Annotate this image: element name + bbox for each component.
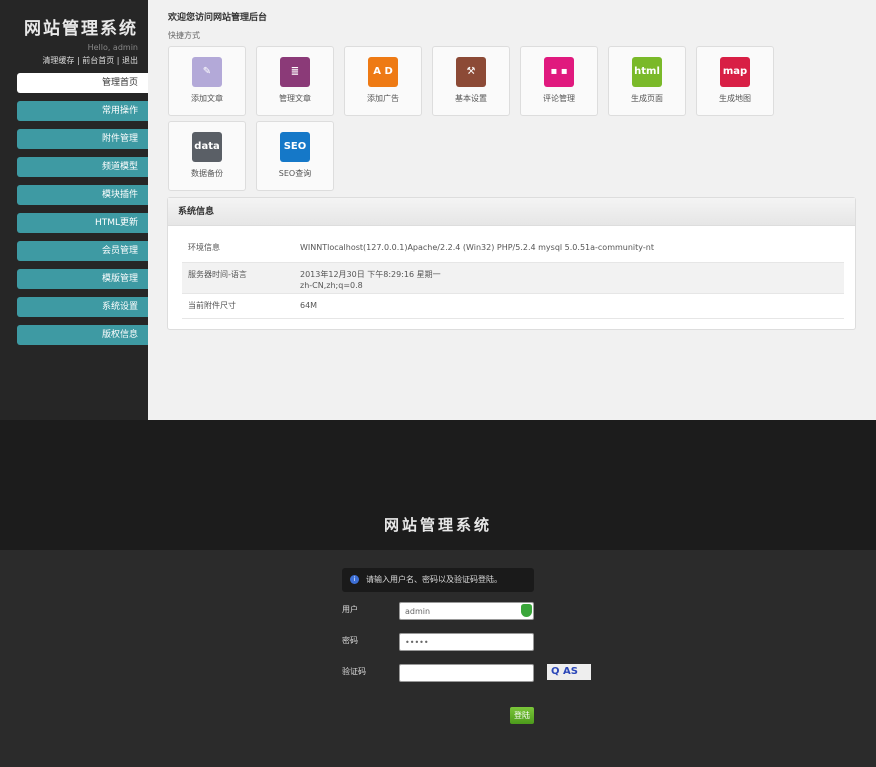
- shortcut-tile[interactable]: ▪ ▪ 评论管理: [520, 46, 598, 116]
- shortcut-label: 数据备份: [191, 169, 223, 178]
- sidebar-item[interactable]: 模版管理: [17, 269, 148, 289]
- shortcut-tile[interactable]: ✎ 添加文章: [168, 46, 246, 116]
- row-value: 64M: [300, 301, 318, 310]
- shortcuts-title: 快捷方式: [168, 31, 200, 40]
- login-title: 网站管理系统: [383, 516, 492, 534]
- login-button[interactable]: 登陆: [510, 707, 534, 724]
- login-notice: i 请输入用户名、密码以及验证码登陆。: [342, 568, 534, 592]
- notice-text: 请输入用户名、密码以及验证码登陆。: [366, 575, 502, 584]
- shortcut-label: 管理文章: [279, 94, 311, 103]
- top-links: 清理缓存 | 前台首页 | 退出: [42, 56, 138, 65]
- clear-cache-link[interactable]: 清理缓存: [42, 56, 74, 65]
- html-icon: html: [632, 57, 662, 87]
- language: zh-CN,zh;q=0.8: [300, 281, 363, 290]
- info-icon: i: [350, 575, 359, 584]
- captcha-text: Q AS: [551, 666, 578, 677]
- shortcut-tile[interactable]: map 生成地图: [696, 46, 774, 116]
- sidebar: 网站管理系统 Hello, admin 清理缓存 | 前台首页 | 退出 管理首…: [0, 0, 148, 420]
- username-input[interactable]: [399, 602, 534, 620]
- shortcut-label: 评论管理: [543, 94, 575, 103]
- sysinfo-row: 环境信息 WINNTlocalhost(127.0.0.1)Apache/2.2…: [182, 236, 844, 263]
- sysinfo-panel: 系统信息 环境信息 WINNTlocalhost(127.0.0.1)Apach…: [167, 197, 856, 330]
- seo-icon: SEO: [280, 132, 310, 162]
- sysinfo-row: 服务器时间-语言 2013年12月30日 下午8:29:16 星期一 zh-CN,…: [182, 263, 844, 294]
- captcha-image[interactable]: Q AS: [547, 664, 591, 680]
- sidebar-item[interactable]: HTML更新: [17, 213, 148, 233]
- shortcut-label: 基本设置: [455, 94, 487, 103]
- stack-icon: ≣: [280, 57, 310, 87]
- shortcut-tile[interactable]: SEO SEO查询: [256, 121, 334, 191]
- sysinfo-row: 当前附件尺寸 64M: [182, 294, 844, 319]
- hammer-icon: ⚒: [456, 57, 486, 87]
- welcome-text: 欢迎您访问网站管理后台: [168, 13, 268, 23]
- row-key: 当前附件尺寸: [188, 301, 236, 310]
- logout-link[interactable]: 退出: [122, 56, 138, 65]
- shortcut-label: 添加广告: [367, 94, 399, 103]
- brand-title: 网站管理系统: [24, 19, 138, 39]
- sidebar-item[interactable]: 版权信息: [17, 325, 148, 345]
- frontend-link[interactable]: 前台首页: [82, 56, 114, 65]
- shortcut-tile[interactable]: A D 添加广告: [344, 46, 422, 116]
- ad-icon: A D: [368, 57, 398, 87]
- captcha-input[interactable]: [399, 664, 534, 682]
- sysinfo-title: 系统信息: [168, 198, 855, 226]
- password-label: 密码: [342, 636, 358, 645]
- shortcut-label: 生成地图: [719, 94, 751, 103]
- shortcut-label: 添加文章: [191, 94, 223, 103]
- shortcut-label: 生成页面: [631, 94, 663, 103]
- shield-icon: [521, 604, 532, 617]
- data-icon: data: [192, 132, 222, 162]
- sidebar-item[interactable]: 频道模型: [17, 157, 148, 177]
- row-key: 环境信息: [188, 243, 220, 252]
- sidebar-item[interactable]: 模块插件: [17, 185, 148, 205]
- map-icon: map: [720, 57, 750, 87]
- shortcut-tile[interactable]: html 生成页面: [608, 46, 686, 116]
- sidebar-item[interactable]: 常用操作: [17, 101, 148, 121]
- sidebar-item[interactable]: 附件管理: [17, 129, 148, 149]
- row-value: 2013年12月30日 下午8:29:16 星期一 zh-CN,zh;q=0.8: [300, 269, 441, 291]
- sidebar-item[interactable]: 管理首页: [17, 73, 148, 93]
- shortcut-tile[interactable]: data 数据备份: [168, 121, 246, 191]
- pencil-icon: ✎: [192, 57, 222, 87]
- username-label: 用户: [342, 605, 358, 614]
- captcha-label: 验证码: [342, 667, 366, 676]
- shortcut-tile[interactable]: ⚒ 基本设置: [432, 46, 510, 116]
- sidebar-item[interactable]: 会员管理: [17, 241, 148, 261]
- greeting: Hello, admin: [87, 43, 138, 52]
- row-value: WINNTlocalhost(127.0.0.1)Apache/2.2.4 (W…: [300, 243, 654, 252]
- shortcut-label: SEO查询: [278, 169, 312, 178]
- server-time: 2013年12月30日 下午8:29:16 星期一: [300, 270, 441, 279]
- row-key: 服务器时间-语言: [188, 270, 247, 279]
- comment-icon: ▪ ▪: [544, 57, 574, 87]
- shortcut-tile[interactable]: ≣ 管理文章: [256, 46, 334, 116]
- password-input[interactable]: [399, 633, 534, 651]
- sidebar-item[interactable]: 系统设置: [17, 297, 148, 317]
